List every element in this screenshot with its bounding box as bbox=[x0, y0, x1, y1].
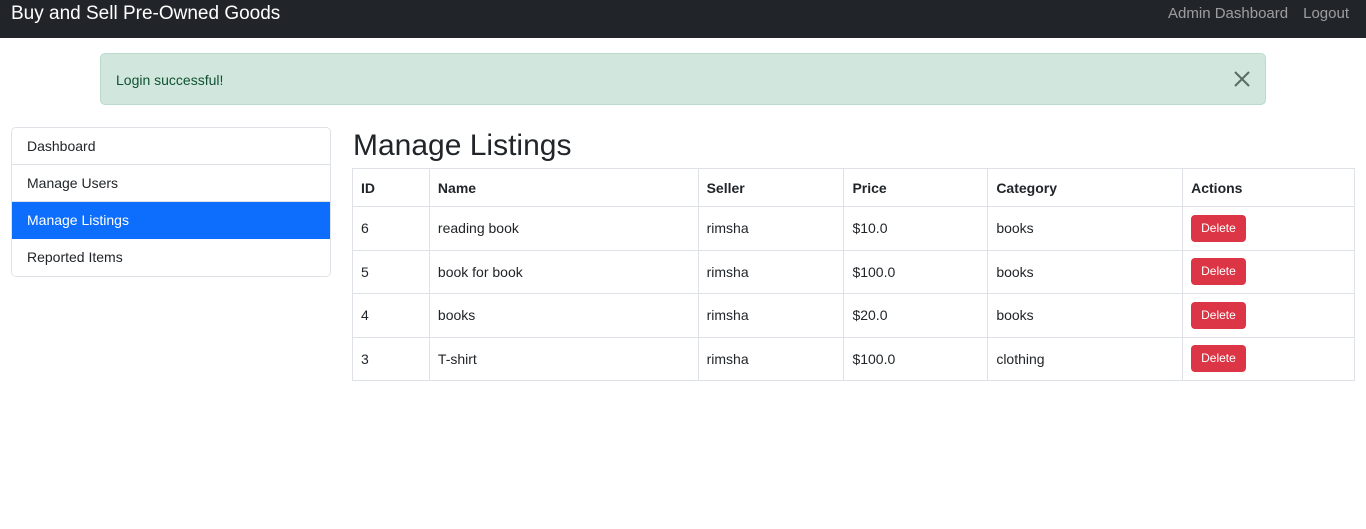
brand-link[interactable]: Buy and Sell Pre-Owned Goods bbox=[11, 3, 280, 25]
cell-price: $100.0 bbox=[843, 336, 989, 381]
delete-button[interactable]: Delete bbox=[1191, 345, 1246, 373]
sidebar-nav: Dashboard Manage Users Manage Listings R… bbox=[11, 127, 331, 277]
listings-table: ID Name Seller Price Category Actions 6 … bbox=[352, 168, 1355, 381]
cell-id: 3 bbox=[352, 336, 430, 381]
header-seller: Seller bbox=[697, 168, 845, 207]
delete-button[interactable]: Delete bbox=[1191, 258, 1246, 286]
table-row: 6 reading book rimsha $10.0 books Delete bbox=[352, 206, 1355, 251]
cell-category: books bbox=[987, 293, 1184, 338]
delete-button[interactable]: Delete bbox=[1191, 301, 1246, 329]
nav-links: Admin Dashboard Logout bbox=[1168, 5, 1349, 23]
sidebar-item-dashboard[interactable]: Dashboard bbox=[12, 128, 330, 165]
cell-actions: Delete bbox=[1182, 336, 1355, 381]
cell-actions: Delete bbox=[1182, 249, 1355, 294]
cell-actions: Delete bbox=[1182, 206, 1355, 251]
cell-seller: rimsha bbox=[697, 249, 845, 294]
cell-name: books bbox=[428, 293, 699, 338]
cell-seller: rimsha bbox=[697, 336, 845, 381]
close-icon bbox=[1234, 71, 1250, 87]
cell-id: 4 bbox=[352, 293, 430, 338]
cell-price: $20.0 bbox=[843, 293, 989, 338]
sidebar-item-manage-users[interactable]: Manage Users bbox=[12, 165, 330, 202]
cell-category: books bbox=[987, 249, 1184, 294]
header-category: Category bbox=[987, 168, 1184, 207]
page-title: Manage Listings bbox=[353, 129, 572, 162]
table-row: 3 T-shirt rimsha $100.0 clothing Delete bbox=[352, 336, 1355, 381]
cell-price: $10.0 bbox=[843, 206, 989, 251]
cell-name: T-shirt bbox=[428, 336, 699, 381]
cell-category: books bbox=[987, 206, 1184, 251]
header-id: ID bbox=[352, 168, 430, 207]
nav-logout-link[interactable]: Logout bbox=[1303, 5, 1349, 23]
success-alert: Login successful! bbox=[100, 53, 1266, 105]
header-actions: Actions bbox=[1182, 168, 1355, 207]
sidebar-item-manage-listings[interactable]: Manage Listings bbox=[12, 202, 330, 239]
delete-button[interactable]: Delete bbox=[1191, 214, 1246, 242]
nav-admin-dashboard-link[interactable]: Admin Dashboard bbox=[1168, 5, 1288, 23]
header-name: Name bbox=[428, 168, 699, 207]
cell-actions: Delete bbox=[1182, 293, 1355, 338]
table-header-row: ID Name Seller Price Category Actions bbox=[352, 168, 1355, 207]
cell-name: reading book bbox=[428, 206, 699, 251]
alert-message: Login successful! bbox=[116, 72, 224, 88]
cell-seller: rimsha bbox=[697, 293, 845, 338]
sidebar-item-reported-items[interactable]: Reported Items bbox=[12, 239, 330, 276]
alert-close-button[interactable] bbox=[1233, 70, 1251, 88]
cell-seller: rimsha bbox=[697, 206, 845, 251]
table-row: 5 book for book rimsha $100.0 books Dele… bbox=[352, 249, 1355, 294]
cell-category: clothing bbox=[987, 336, 1184, 381]
cell-name: book for book bbox=[428, 249, 699, 294]
table-row: 4 books rimsha $20.0 books Delete bbox=[352, 293, 1355, 338]
top-navbar: Buy and Sell Pre-Owned Goods Admin Dashb… bbox=[0, 0, 1366, 38]
header-price: Price bbox=[843, 168, 989, 207]
cell-id: 5 bbox=[352, 249, 430, 294]
cell-price: $100.0 bbox=[843, 249, 989, 294]
cell-id: 6 bbox=[352, 206, 430, 251]
